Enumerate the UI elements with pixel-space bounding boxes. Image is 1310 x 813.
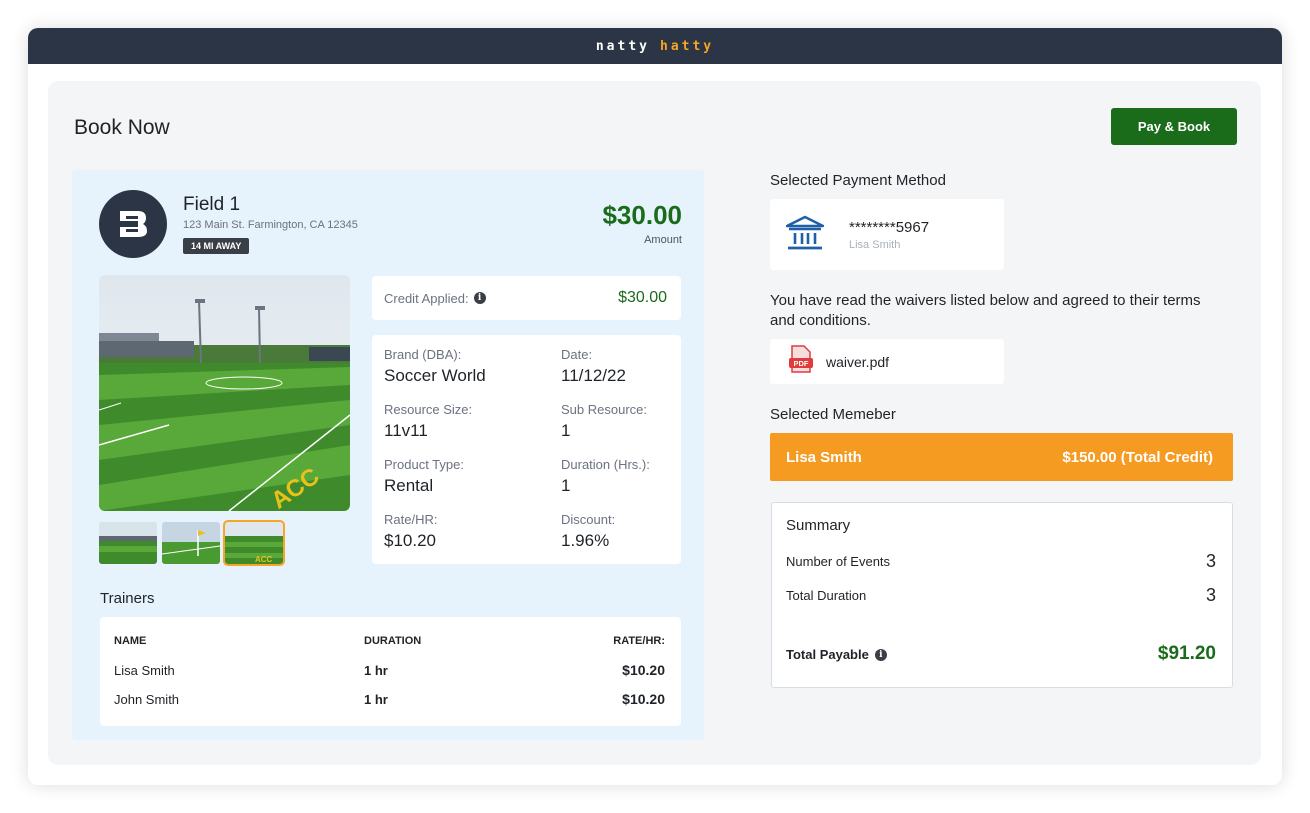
detail-label: Rate/HR: (384, 512, 438, 527)
detail-value: 1 (561, 421, 571, 440)
field-amount-label: Amount (644, 234, 682, 246)
credit-applied-label: Credit Applied: (384, 290, 469, 306)
top-bar: natty hatty (28, 28, 1282, 64)
detail-value: $10.20 (384, 531, 436, 550)
trainer-rate: $10.20 (622, 662, 665, 678)
payment-card-number: ********5967 (849, 219, 930, 236)
credit-applied-value: $30.00 (618, 289, 667, 306)
detail-rate: Rate/HR: $10.20 (384, 512, 524, 551)
detail-value: 11/12/22 (561, 366, 626, 385)
field-main-image: ACC (99, 275, 350, 511)
gallery-thumbnail-active[interactable]: ACC (223, 520, 285, 566)
selected-member-title: Selected Memeber (770, 406, 896, 423)
bank-icon (785, 215, 825, 258)
gallery-thumbnail[interactable] (162, 522, 220, 564)
field-logo-icon (99, 190, 167, 258)
detail-sub-resource: Sub Resource: 1 (561, 402, 701, 441)
summary-box: Summary Number of Events 3 Total Duratio… (771, 502, 1233, 688)
detail-duration: Duration (Hrs.): 1 (561, 457, 701, 496)
summary-row-label: Total Duration (786, 588, 867, 603)
booking-panel: Book Now Pay & Book Field 1 123 Main St.… (48, 81, 1261, 765)
total-payable-label: Total Payable (786, 647, 869, 662)
detail-label: Brand (DBA): (384, 347, 462, 362)
column-header-name: NAME (114, 635, 147, 647)
field-name: Field 1 (183, 194, 241, 215)
trainer-name: John Smith (114, 692, 180, 707)
detail-value: 1 (561, 476, 571, 495)
detail-value: Rental (384, 476, 434, 495)
column-header-duration: DURATION (364, 635, 422, 647)
trainers-title: Trainers (100, 590, 155, 607)
summary-row-value: 3 (1205, 551, 1216, 571)
detail-value: 1.96% (561, 531, 610, 550)
field-address: 123 Main St. Farmington, CA 12345 (183, 219, 358, 231)
detail-value: 11v11 (384, 421, 428, 440)
field-card: Field 1 123 Main St. Farmington, CA 1234… (72, 170, 704, 740)
detail-label: Product Type: (384, 457, 464, 472)
brand-logo-part2: hatty (660, 38, 715, 54)
detail-date: Date: 11/12/22 (561, 347, 701, 386)
detail-label: Sub Resource: (561, 402, 647, 417)
trainers-table: NAME DURATION RATE/HR: Lisa Smith 1 hr $… (100, 617, 681, 726)
summary-row-value: 3 (1205, 585, 1216, 605)
detail-product-type: Product Type: Rental (384, 457, 524, 496)
detail-brand: Brand (DBA): Soccer World (384, 347, 524, 386)
gallery-thumbnail[interactable] (99, 522, 157, 564)
field-amount: $30.00 (602, 200, 682, 230)
detail-value: Soccer World (384, 366, 486, 385)
detail-label: Duration (Hrs.): (561, 457, 650, 472)
trainer-duration: 1 hr (364, 663, 388, 678)
detail-label: Discount: (561, 512, 616, 527)
summary-row-label: Number of Events (786, 554, 891, 569)
app-window: natty hatty Book Now Pay & Book Field 1 … (28, 28, 1282, 785)
page-title: Book Now (74, 116, 170, 139)
total-payable-value: $91.20 (1157, 643, 1216, 664)
pdf-icon-label: PDF (794, 359, 809, 368)
payment-method-card[interactable]: ********5967 Lisa Smith (770, 199, 1004, 270)
trainer-rate: $10.20 (622, 691, 665, 707)
credit-applied-label-wrap: Credit Applied: i (384, 291, 486, 306)
credit-applied-box: Credit Applied: i $30.00 (372, 276, 681, 320)
selected-member-name: Lisa Smith (786, 448, 862, 466)
selected-member-credit: $150.00 (Total Credit) (1062, 448, 1213, 466)
pdf-file-icon: PDF (788, 345, 814, 378)
trainer-name: Lisa Smith (114, 663, 175, 678)
column-header-rate: RATE/HR: (613, 635, 665, 647)
detail-discount: Discount: 1.96% (561, 512, 701, 551)
detail-label: Date: (561, 347, 593, 362)
total-payable-label-wrap: Total Payable i (786, 647, 887, 662)
brand-logo-part1: natty (595, 38, 650, 54)
waiver-file-card[interactable]: PDF waiver.pdf (770, 339, 1004, 384)
payment-card-holder: Lisa Smith (849, 239, 901, 251)
payment-method-title: Selected Payment Method (770, 172, 946, 189)
detail-resource-size: Resource Size: 11v11 (384, 402, 524, 441)
info-icon[interactable]: i (874, 648, 887, 661)
summary-title: Summary (786, 517, 851, 534)
selected-member-bar[interactable]: Lisa Smith $150.00 (Total Credit) (770, 433, 1233, 481)
distance-badge: 14 MI AWAY (183, 238, 250, 254)
waiver-file-name: waiver.pdf (826, 353, 890, 370)
detail-label: Resource Size: (384, 402, 473, 417)
booking-details-box: Brand (DBA): Soccer World Date: 11/12/22… (372, 335, 681, 564)
svg-text:ACC: ACC (255, 555, 273, 564)
pay-and-book-button[interactable]: Pay & Book (1111, 108, 1237, 145)
waiver-agreement-text: You have read the waivers listed below a… (770, 292, 1201, 329)
info-icon[interactable]: i (473, 292, 486, 304)
trainer-duration: 1 hr (364, 692, 388, 707)
